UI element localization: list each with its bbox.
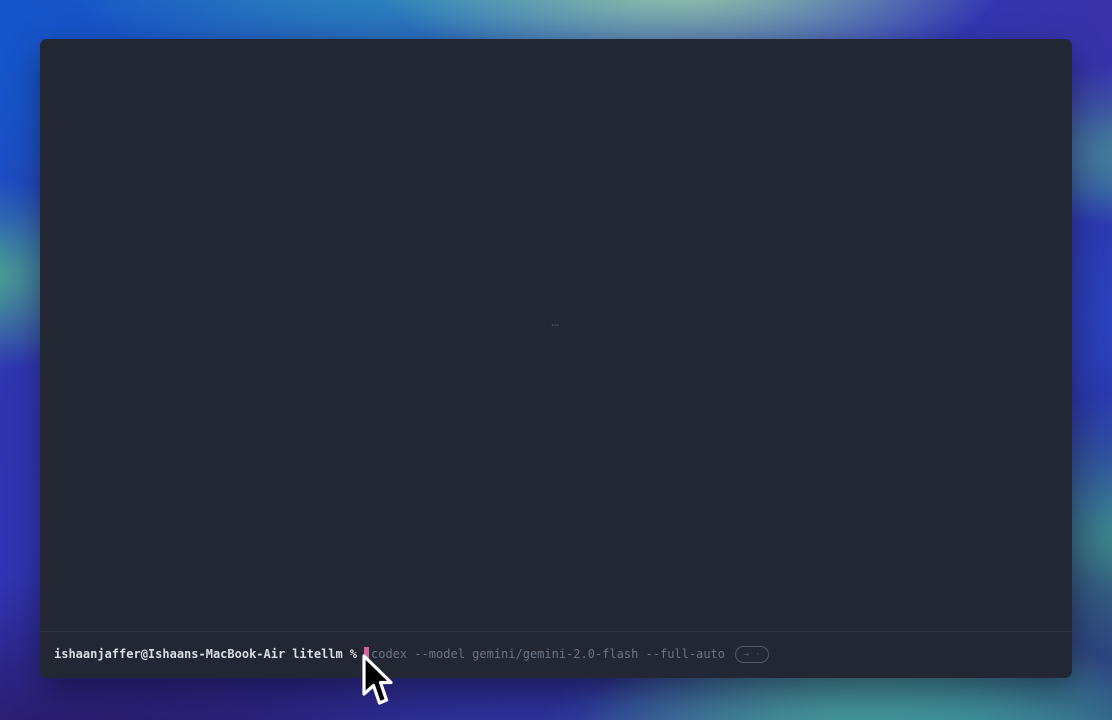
prompt-divider xyxy=(40,631,1072,632)
prompt-directory: litellm xyxy=(292,647,343,661)
prompt-symbol: % xyxy=(350,647,357,661)
faded-output-ellipsis: … xyxy=(551,315,561,330)
terminal-window[interactable]: … ishaanjaffer@Ishaans-MacBook-Air litel… xyxy=(40,39,1072,678)
prompt-user-host: ishaanjaffer@Ishaans-MacBook-Air xyxy=(54,647,285,661)
terminal-output-area: … xyxy=(40,39,1072,631)
tab-key-hint-badge: → · xyxy=(735,646,769,663)
text-cursor xyxy=(364,647,369,662)
command-input-line[interactable]: ishaanjaffer@Ishaans-MacBook-Air litellm… xyxy=(54,644,769,664)
desktop: … ishaanjaffer@Ishaans-MacBook-Air litel… xyxy=(0,0,1112,720)
autosuggestion-text: codex --model gemini/gemini-2.0-flash --… xyxy=(371,647,725,661)
